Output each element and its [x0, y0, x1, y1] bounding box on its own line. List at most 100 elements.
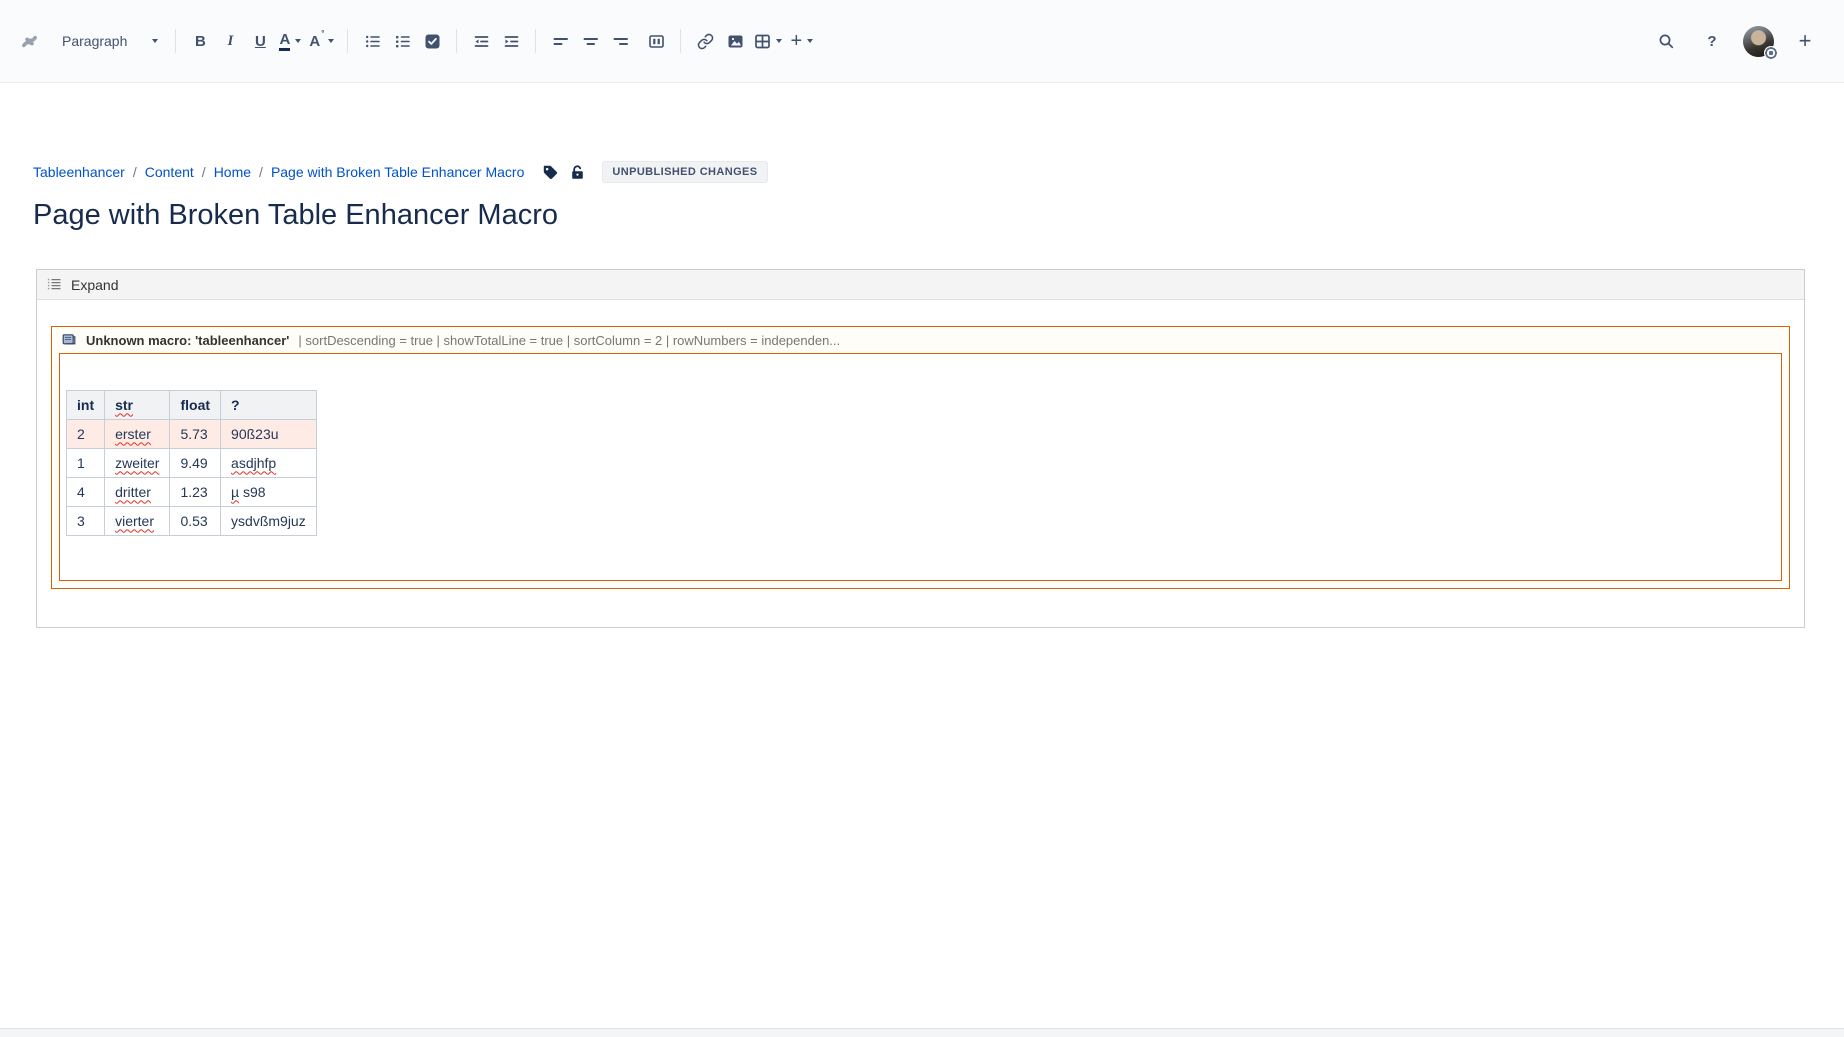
breadcrumb: Tableenhancer/Content/Home/Page with Bro…	[33, 164, 524, 180]
more-formatting-icon: A°	[309, 34, 323, 49]
cell-text: 3	[77, 513, 85, 529]
table-cell[interactable]: asdjhfp	[221, 449, 317, 478]
table-cell[interactable]: 9.49	[170, 449, 221, 478]
table-cell[interactable]: vierter	[105, 507, 170, 536]
avatar[interactable]	[1743, 26, 1774, 57]
unknown-macro-header: Unknown macro: 'tableenhancer' | sortDes…	[52, 327, 1789, 353]
page-title[interactable]: Page with Broken Table Enhancer Macro	[33, 197, 1808, 233]
paragraph-style-dropdown[interactable]: Paragraph	[54, 25, 166, 57]
toolbar-divider	[347, 29, 348, 53]
cell-text: 1	[77, 455, 85, 471]
breadcrumb-link[interactable]: Content	[145, 164, 194, 180]
search-button[interactable]	[1651, 25, 1681, 57]
bullet-list-icon	[364, 33, 381, 50]
task-list-button[interactable]	[417, 25, 447, 57]
table-header-cell[interactable]: int	[67, 391, 105, 420]
table-cell[interactable]: µ s98	[221, 478, 317, 507]
cell-text: 9.49	[180, 455, 207, 471]
toolbar-divider	[535, 29, 536, 53]
numbered-list-button[interactable]	[387, 25, 417, 57]
cell-text: 5.73	[180, 426, 207, 442]
align-right-icon	[612, 33, 629, 50]
chevron-down-icon	[776, 39, 782, 43]
italic-icon: I	[227, 34, 233, 49]
image-icon	[727, 33, 744, 50]
align-left-icon	[552, 33, 569, 50]
expand-macro-body: Unknown macro: 'tableenhancer' | sortDes…	[37, 300, 1804, 627]
align-right-button[interactable]	[605, 25, 635, 57]
unlock-icon[interactable]	[569, 164, 586, 181]
link-button[interactable]	[690, 25, 720, 57]
breadcrumb-row: Tableenhancer/Content/Home/Page with Bro…	[33, 161, 1808, 183]
link-icon	[697, 33, 714, 50]
table-cell[interactable]: zweiter	[105, 449, 170, 478]
avatar-status-badge-icon	[1764, 46, 1778, 60]
table-button[interactable]	[750, 25, 786, 57]
table-cell[interactable]: ysdvßm9juz	[221, 507, 317, 536]
layout-button[interactable]	[641, 25, 671, 57]
bold-icon: B	[195, 34, 206, 49]
expand-handle-icon	[47, 277, 62, 292]
table-cell[interactable]: dritter	[105, 478, 170, 507]
table-row: 2 erster 5.73 90ß23u	[67, 420, 317, 449]
status-badge: UNPUBLISHED CHANGES	[602, 161, 767, 183]
table-icon	[754, 33, 771, 50]
table-cell[interactable]: erster	[105, 420, 170, 449]
table-header-cell[interactable]: ?	[221, 391, 317, 420]
table-cell[interactable]: 4	[67, 478, 105, 507]
chevron-down-icon	[807, 39, 813, 43]
table-cell[interactable]: 0.53	[170, 507, 221, 536]
breadcrumb-link[interactable]: Page with Broken Table Enhancer Macro	[271, 164, 524, 180]
chevron-down-icon	[295, 39, 301, 43]
breadcrumb-link[interactable]: Tableenhancer	[33, 164, 125, 180]
align-left-button[interactable]	[545, 25, 575, 57]
bold-button[interactable]: B	[185, 25, 215, 57]
more-formatting-button[interactable]: A°	[305, 25, 338, 57]
cell-text: 90ß23u	[231, 426, 278, 442]
align-center-button[interactable]	[575, 25, 605, 57]
confluence-logo-icon[interactable]	[14, 25, 44, 57]
expand-macro-label: Expand	[71, 277, 118, 293]
create-button[interactable]: +	[1790, 25, 1820, 57]
breadcrumb-link[interactable]: Home	[214, 164, 251, 180]
tag-icon[interactable]	[542, 164, 559, 181]
cell-text: zweiter	[115, 455, 159, 471]
breadcrumb-separator: /	[202, 164, 206, 180]
table-header-row: intstrfloat?	[67, 391, 317, 420]
unknown-macro[interactable]: Unknown macro: 'tableenhancer' | sortDes…	[51, 326, 1790, 589]
create-plus-icon: +	[1799, 30, 1812, 52]
table-row: 3 vierter 0.53 ysdvßm9juz	[67, 507, 317, 536]
cell-text: 0.53	[180, 513, 207, 529]
layout-icon	[648, 33, 665, 50]
cell-text: 2	[77, 426, 85, 442]
text-color-icon: A	[279, 32, 290, 51]
text-color-button[interactable]: A	[275, 25, 305, 57]
indent-button[interactable]	[496, 25, 526, 57]
italic-button[interactable]: I	[215, 25, 245, 57]
outdent-button[interactable]	[466, 25, 496, 57]
table-header-cell[interactable]: float	[170, 391, 221, 420]
expand-macro-header[interactable]: Expand	[37, 270, 1804, 300]
image-button[interactable]	[720, 25, 750, 57]
cell-text: 4	[77, 484, 85, 500]
table-cell[interactable]: 1	[67, 449, 105, 478]
insert-more-button[interactable]: +	[786, 25, 817, 57]
table-cell[interactable]: 5.73	[170, 420, 221, 449]
page-meta-icons	[542, 164, 586, 181]
cell-text: int	[77, 397, 94, 413]
table-cell[interactable]: 2	[67, 420, 105, 449]
cell-text: erster	[115, 426, 151, 442]
table-cell[interactable]: 1.23	[170, 478, 221, 507]
cell-text: ?	[231, 397, 240, 413]
unknown-macro-body: intstrfloat? 2 erster 5.73 90ß23u 1 zweiter 9.4…	[59, 353, 1782, 581]
align-center-icon	[582, 33, 599, 50]
table-row: 4 dritter1.23µ s98	[67, 478, 317, 507]
help-button[interactable]: ?	[1697, 25, 1727, 57]
underline-button[interactable]: U	[245, 25, 275, 57]
indent-icon	[503, 33, 520, 50]
table-cell[interactable]: 3	[67, 507, 105, 536]
task-list-icon	[424, 33, 441, 50]
bullet-list-button[interactable]	[357, 25, 387, 57]
table-header-cell[interactable]: str	[105, 391, 170, 420]
table-cell[interactable]: 90ß23u	[221, 420, 317, 449]
